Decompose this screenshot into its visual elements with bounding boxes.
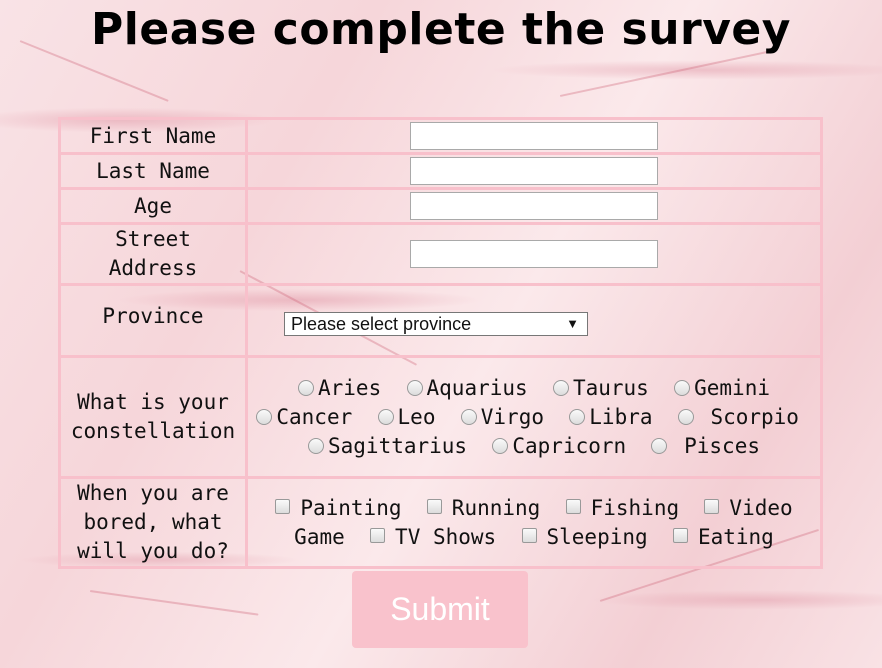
checkbox[interactable] (521, 527, 537, 543)
hobby-option[interactable]: Running (426, 495, 541, 520)
hobbies-label-line1: When you are (77, 481, 229, 505)
checkbox[interactable] (426, 498, 442, 514)
option-label: Aquarius (426, 375, 528, 400)
radio-button[interactable] (460, 408, 477, 425)
option-label: Cancer (276, 404, 353, 429)
constellation-label-line1: What is your (77, 390, 229, 414)
constellation-row: What is your constellation Aries Aquariu… (58, 355, 823, 479)
constellation-option[interactable]: Taurus (552, 375, 649, 400)
first-name-row: First Name (58, 117, 823, 155)
radio-button[interactable] (651, 437, 668, 454)
option-label: Aries (318, 375, 382, 400)
radio-button[interactable] (298, 379, 314, 396)
hobby-option[interactable]: Fishing (565, 495, 680, 520)
option-label: Eating (697, 524, 774, 549)
option-label: Fishing (590, 495, 680, 520)
last-name-label: Last Name (58, 152, 248, 190)
street-address-label-line2: Address (108, 256, 198, 280)
checkbox[interactable] (672, 527, 688, 543)
option-label: Taurus (572, 375, 649, 400)
street-address-label: Street Address (58, 222, 248, 286)
submit-button[interactable]: Submit (352, 571, 528, 648)
option-label: Painting (300, 495, 402, 520)
age-row: Age (58, 187, 823, 225)
hobbies-options: Painting Running Fishing Video Game TV S… (245, 476, 823, 569)
radio-button[interactable] (677, 408, 694, 425)
first-name-label: First Name (58, 117, 248, 155)
hobbies-label-line2: bored, what (83, 510, 223, 534)
constellation-option[interactable]: Capricorn (492, 434, 626, 458)
radio-button[interactable] (552, 379, 569, 396)
constellation-option[interactable]: Gemini (674, 376, 770, 400)
checkbox[interactable] (370, 527, 386, 543)
checkbox[interactable] (565, 498, 581, 514)
hobbies-label: When you are bored, what will you do? (58, 476, 248, 569)
constellation-option[interactable]: Leo (377, 404, 436, 429)
hobbies-row: When you are bored, what will you do? Pa… (58, 476, 823, 569)
radio-button[interactable] (569, 408, 586, 425)
option-label: Running (451, 495, 541, 520)
constellation-option[interactable]: Virgo (460, 404, 544, 429)
last-name-input[interactable] (410, 157, 658, 185)
radio-button[interactable] (308, 437, 324, 454)
province-row: Province Please select province ▼ (58, 283, 823, 358)
checkbox[interactable] (704, 498, 720, 514)
radio-button[interactable] (256, 408, 273, 425)
constellation-option[interactable]: Sagittarius (308, 434, 467, 458)
province-selected-value: Please select province (291, 314, 472, 334)
radio-button[interactable] (406, 379, 423, 396)
option-label: Sagittarius (328, 433, 468, 458)
constellation-label: What is your constellation (58, 355, 248, 479)
hobby-option[interactable]: Eating (672, 524, 774, 549)
option-label: TV Shows (395, 524, 497, 549)
radio-button[interactable] (377, 408, 394, 425)
age-input[interactable] (410, 192, 658, 220)
age-label: Age (58, 187, 248, 225)
option-label: Leo (397, 404, 436, 429)
street-address-label-line1: Street (115, 227, 191, 251)
dropdown-arrow-icon: ▼ (566, 316, 579, 331)
last-name-row: Last Name (58, 152, 823, 190)
option-label: Libra (589, 404, 653, 429)
first-name-input[interactable] (410, 122, 658, 150)
constellation-options: Aries Aquarius Taurus Gemini Cancer Leo … (245, 355, 823, 479)
hobby-option[interactable]: TV Shows (370, 525, 496, 549)
option-label: Capricorn (512, 433, 627, 458)
street-address-input[interactable] (410, 240, 658, 268)
province-label: Province (58, 283, 248, 358)
constellation-option[interactable]: Aquarius (406, 375, 528, 400)
constellation-option[interactable]: Cancer (256, 405, 352, 429)
option-label: Sleeping (546, 524, 648, 549)
option-label: Virgo (480, 404, 544, 429)
option-label: Gemini (694, 375, 770, 400)
street-address-row: Street Address (58, 222, 823, 286)
hobby-option[interactable]: Sleeping (521, 524, 648, 549)
constellation-option[interactable]: Aries (298, 376, 381, 400)
hobby-option[interactable]: Painting (275, 495, 402, 520)
constellation-option[interactable]: Libra (569, 404, 653, 429)
province-select[interactable]: Please select province ▼ (284, 312, 588, 336)
constellation-label-line2: constellation (70, 419, 236, 443)
hobbies-label-line3: will you do? (77, 539, 229, 563)
radio-button[interactable] (674, 379, 691, 396)
survey-form: First Name Last Name Age Street Address … (58, 117, 823, 569)
page-title: Please complete the survey (91, 4, 791, 55)
option-label: Scorpio (710, 404, 799, 429)
radio-button[interactable] (492, 437, 509, 454)
checkbox[interactable] (275, 498, 291, 514)
option-label: Pisces (684, 433, 760, 458)
